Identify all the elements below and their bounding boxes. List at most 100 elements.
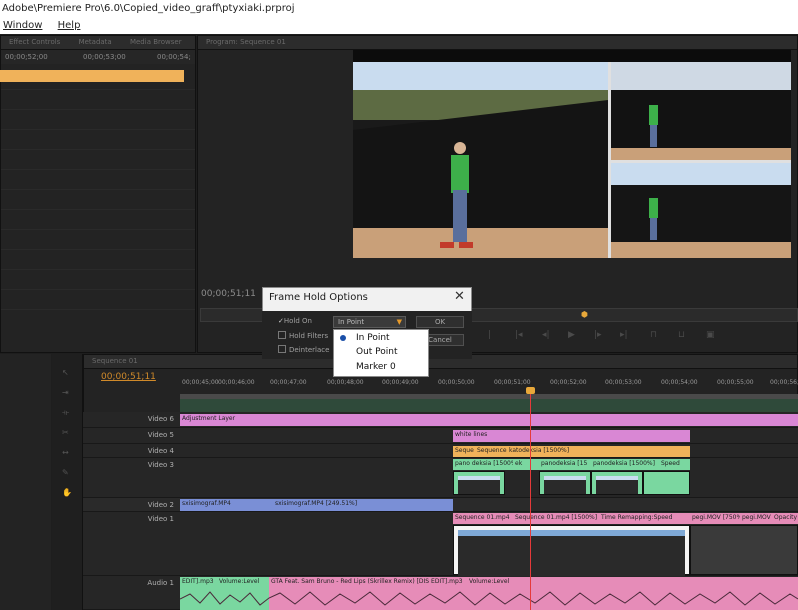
ruler-tick: 00;00;55;00 (717, 379, 754, 386)
clip-sequence01-speed[interactable]: Sequence 01.mp4 [1500%] (513, 513, 599, 524)
track-label-a1[interactable]: Audio 1 (147, 579, 174, 587)
clip-audio-volume[interactable]: Volume:Level (217, 577, 269, 588)
ruler-tick: 00;00;52;00 (550, 379, 587, 386)
video-preview-image (353, 62, 791, 258)
clip-opacity[interactable]: Opacity (772, 513, 798, 524)
timeline-playhead[interactable] (530, 390, 531, 610)
step-back-icon[interactable]: ◂| (542, 330, 550, 340)
source-clip-bar[interactable] (0, 70, 184, 82)
slip-tool-icon[interactable]: ↔ (62, 448, 69, 457)
mark-in-icon[interactable]: | (488, 330, 491, 340)
clip-v1-thumbnail-pegi (690, 525, 798, 575)
clip-katodeksia[interactable]: katodeksia [1500%] (507, 446, 690, 457)
ruler-tick: 00;00;45;00 (182, 379, 219, 386)
dialog-title: Frame Hold Options (269, 292, 368, 303)
hold-on-select[interactable]: In Point ▼ (333, 316, 406, 328)
hold-on-checkbox[interactable]: ✓Hold On (278, 317, 312, 325)
clip-pegi-750[interactable]: pegi.MOV [750%] (690, 513, 740, 524)
tab-program[interactable]: Program: Sequence 01 (206, 38, 286, 46)
clip-audio-gta[interactable]: GTA Feat. Sam Bruno - Red Lips (Skrillex… (269, 577, 467, 588)
ok-button[interactable]: OK (416, 316, 464, 328)
clip-white-lines[interactable]: white lines (453, 430, 690, 442)
step-forward-icon[interactable]: |▸ (594, 330, 602, 340)
hold-on-dropdown: In Point Out Point Marker 0 (333, 329, 429, 377)
hold-filters-checkbox[interactable]: Hold Filters (278, 331, 328, 340)
selected-bullet-icon (340, 335, 346, 341)
track-label-v5[interactable]: Video 5 (148, 431, 174, 439)
play-icon[interactable]: ▶ (568, 330, 575, 340)
sequence-timecode[interactable]: 00;00;51;11 (101, 372, 156, 382)
clip-thumbnail (643, 471, 690, 495)
ruler-tick: 00;00;52;00 (5, 53, 48, 61)
tab-effect-controls[interactable]: Effect Controls (9, 38, 60, 46)
pen-tool-icon[interactable]: ✎ (62, 468, 69, 477)
project-panel (0, 354, 51, 610)
track-label-v4[interactable]: Video 4 (148, 447, 174, 455)
hand-tool-icon[interactable]: ✋ (62, 488, 72, 497)
window-title: Adobe\Premiere Pro\6.0\Copied_video_graf… (0, 0, 798, 18)
program-playhead-icon[interactable]: ⬢ (581, 310, 588, 319)
goto-out-icon[interactable]: ▸| (620, 330, 628, 340)
option-in-point[interactable]: In Point (356, 333, 390, 343)
razor-tool-icon[interactable]: ✂ (62, 428, 69, 437)
clip-thumbnail (539, 471, 591, 495)
track-label-v1[interactable]: Video 1 (148, 515, 174, 523)
export-frame-icon[interactable]: ▣ (706, 330, 715, 340)
clip-pano-deksia[interactable]: pano deksia [1500%] (453, 459, 513, 470)
ruler-tick: 00;00;46;00 (218, 379, 255, 386)
ruler-tick: 00;00;56; (770, 379, 798, 386)
lift-icon[interactable]: ⊓ (650, 330, 657, 340)
option-marker-0[interactable]: Marker 0 (356, 362, 396, 372)
source-ruler: 00;00;52;00 00;00;53;00 00;00;54; (1, 50, 195, 64)
ruler-tick: 00;00;48;00 (327, 379, 364, 386)
tools-panel: ↖ ⇥ ⟛ ✂ ↔ ✎ ✋ (52, 354, 83, 610)
audio-waveform (180, 588, 798, 610)
track-label-v2[interactable]: Video 2 (148, 501, 174, 509)
clip-pegi[interactable]: pegi.MOV (740, 513, 772, 524)
source-tab-row: Effect Controls Metadata Media Browser (1, 36, 195, 50)
clip-sequence[interactable]: Sequence (475, 446, 507, 457)
track-label-v6[interactable]: Video 6 (148, 415, 174, 423)
track-label-v3[interactable]: Video 3 (148, 461, 174, 469)
program-transport-controls: | |◂ ◂| ▶ |▸ ▸| ⊓ ⊔ ▣ (470, 330, 770, 348)
extract-icon[interactable]: ⊔ (678, 330, 685, 340)
clip-time-remapping[interactable]: Time Remapping:Speed (599, 513, 690, 524)
clip-adjustment-layer[interactable]: Adjustment Layer (180, 414, 798, 426)
menu-help[interactable]: Help (58, 20, 81, 31)
clip-pano-ek[interactable]: ek (513, 459, 539, 470)
clip-sequence01[interactable]: Sequence 01.mp4 (453, 513, 513, 524)
clip-panodeksia-b[interactable]: panodeksia [1500%] (591, 459, 659, 470)
clip-audio-edit[interactable]: EDIT].mp3 (180, 577, 217, 588)
hold-filters-label: Hold Filters (289, 332, 329, 340)
menu-window[interactable]: Window (3, 20, 42, 31)
track-select-tool-icon[interactable]: ⇥ (62, 388, 69, 397)
clip-speed[interactable]: Speed (659, 459, 690, 470)
track-video-4: Video 4 (83, 444, 798, 458)
ripple-tool-icon[interactable]: ⟛ (62, 408, 69, 418)
clip-seque[interactable]: Seque (453, 446, 475, 457)
selection-tool-icon[interactable]: ↖ (62, 368, 69, 377)
ruler-tick: 00;00;54; (157, 53, 191, 61)
sequence-ruler[interactable]: 00;00;45;00 00;00;46;00 00;00;47;00 00;0… (180, 376, 798, 390)
clip-audio-volume-2[interactable]: Volume:Level (467, 577, 798, 588)
tab-sequence[interactable]: Sequence 01 (92, 357, 138, 365)
select-value: In Point (338, 318, 365, 326)
ruler-tick: 00;00;47;00 (270, 379, 307, 386)
deinterlace-label: Deinterlace (289, 346, 330, 354)
clip-panodeksia-a[interactable]: panodeksia [15 (539, 459, 591, 470)
goto-in-icon[interactable]: |◂ (515, 330, 523, 340)
tab-media-browser[interactable]: Media Browser (130, 38, 182, 46)
tab-metadata[interactable]: Metadata (79, 38, 112, 46)
clip-thumbnail (453, 471, 505, 495)
ruler-tick: 00;00;49;00 (382, 379, 419, 386)
hold-on-label: Hold On (283, 317, 312, 325)
clip-sxisimograf-speed[interactable]: sxisimograf.MP4 [249.51%] (273, 499, 453, 511)
option-out-point[interactable]: Out Point (356, 347, 398, 357)
ruler-tick: 00;00;53;00 (605, 379, 642, 386)
playhead-handle[interactable] (526, 387, 535, 394)
render-bar (180, 399, 798, 412)
deinterlace-checkbox[interactable]: Deinterlace (278, 345, 329, 354)
program-timecode[interactable]: 00;00;51;11 (201, 289, 256, 299)
close-icon[interactable]: ✕ (454, 289, 465, 304)
clip-sxisimograf[interactable]: sxisimograf.MP4 (180, 499, 273, 511)
